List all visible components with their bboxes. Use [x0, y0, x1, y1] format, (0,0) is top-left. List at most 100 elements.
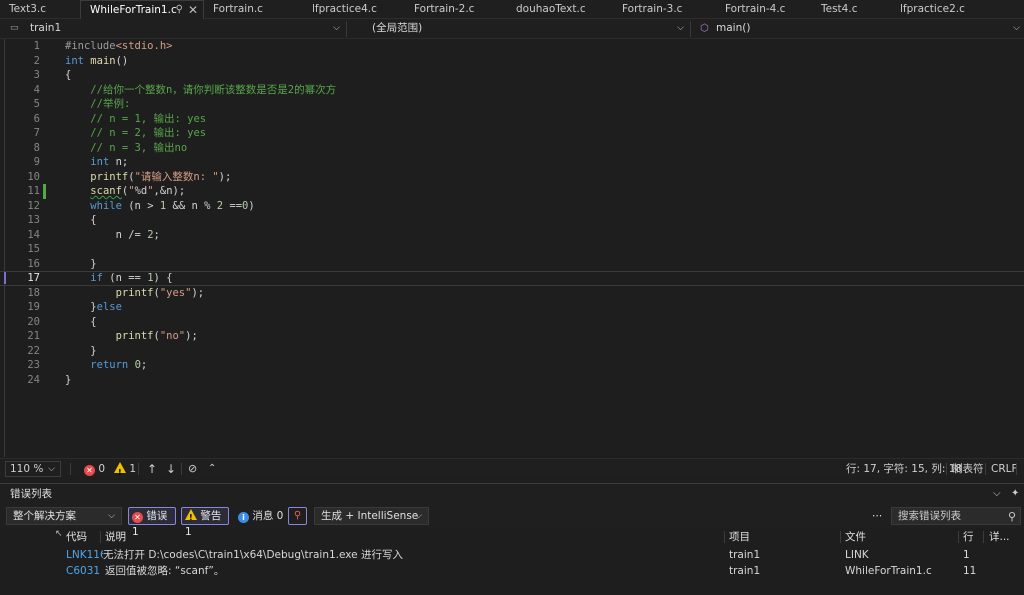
warning-count-indicator[interactable]: 1 [114, 459, 137, 483]
warning-count: 1 [129, 463, 137, 475]
divider[interactable] [724, 531, 725, 543]
pin-icon[interactable]: ⚲ [176, 1, 183, 19]
code-line[interactable]: 13 { [0, 213, 1024, 228]
tab-fortrain-2[interactable]: Fortrain-2.c [405, 0, 507, 19]
project-label: train1 [30, 22, 62, 34]
tab-fortrain-4[interactable]: Fortrain-4.c [716, 0, 812, 19]
code-line[interactable]: 1 #include<stdio.h> [0, 39, 1024, 54]
code-line[interactable]: 7 // n = 2, 输出: yes [0, 126, 1024, 141]
scope-filter-dropdown[interactable]: 整个解决方案 ⌵ [6, 507, 122, 525]
tab-whilefortrain1[interactable]: WhileForTrain1.c ⚲ ✕ [80, 0, 204, 19]
divider[interactable] [840, 531, 841, 543]
pin-icon[interactable]: ✦ [1011, 484, 1019, 504]
warning-project: train1 [729, 565, 761, 577]
code-line[interactable]: 3{ [0, 68, 1024, 83]
code-line[interactable]: 10 printf("请输入整数n: "); [0, 170, 1024, 185]
document-tab-strip: Text3.c WhileForTrain1.c ⚲ ✕ Fortrain.c … [0, 0, 1024, 19]
chevron-up-icon[interactable]: ⌃ [208, 459, 216, 479]
current-code-line[interactable]: 17 if (n == 1) { [0, 271, 1024, 286]
member-label: main() [716, 22, 751, 34]
code-text: //举例: [90, 98, 131, 110]
line-number: 17 [27, 272, 40, 284]
error-list-table: ↖ 代码 说明 项目 文件 行 详... ✕ LNK1168 无法打开 D:\c… [0, 528, 1024, 595]
line-number: 6 [33, 112, 40, 125]
column-header-detail[interactable]: 详... [989, 528, 1010, 546]
line-number: 2 [33, 54, 40, 67]
code-line[interactable]: 21 printf("no"); [0, 329, 1024, 344]
divider[interactable] [958, 531, 959, 543]
line-number: 15 [27, 243, 40, 255]
table-row[interactable]: ✕ LNK1168 无法打开 D:\codes\C\train1\x64\Deb… [0, 547, 1024, 563]
cursor-position[interactable]: 行: 17, 字符: 15, 列: 18 [846, 459, 962, 479]
code-line[interactable]: 2 int main() [0, 54, 1024, 69]
code-line[interactable]: 11 scanf("%d",&n); [0, 184, 1024, 199]
line-number: 12 [27, 199, 40, 212]
chevron-down-icon: ⌵ [677, 23, 684, 33]
code-line[interactable]: 19 }else [0, 300, 1024, 315]
code-editor[interactable]: 1 #include<stdio.h> 2 int main() 3{ 4 //给你… [0, 39, 1024, 457]
tab-test4[interactable]: Test4.c [812, 0, 891, 19]
sort-icon[interactable]: ↖ [55, 525, 63, 543]
arrow-down-icon[interactable]: ↓ [166, 459, 176, 479]
search-error-list-input[interactable]: 搜索错误列表 ⚲ [891, 507, 1021, 525]
arrow-up-icon[interactable]: ↑ [147, 459, 157, 479]
code-line[interactable]: 16 } [0, 257, 1024, 272]
code-line[interactable]: 20 { [0, 315, 1024, 330]
messages-filter-toggle[interactable]: i 消息 0 [238, 507, 283, 525]
tab-text3[interactable]: Text3.c [0, 0, 80, 19]
line-ending[interactable]: CRLF [991, 459, 1018, 479]
error-count-indicator[interactable]: ✕ 0 [84, 459, 105, 479]
scope-dropdown[interactable]: (全局范围) ⌵ [348, 20, 688, 38]
member-dropdown[interactable]: ⬡ main() ⌵ [692, 20, 1024, 38]
error-code[interactable]: LNK1168 [66, 547, 103, 563]
line-number: 13 [27, 214, 40, 226]
tab-lfpractice2[interactable]: lfpractice2.c [891, 0, 1024, 19]
info-icon: i [238, 512, 249, 523]
line-number: 21 [27, 330, 40, 342]
filter-icon[interactable]: ⚲ [288, 507, 307, 525]
code-line[interactable]: 18 printf("yes"); [0, 286, 1024, 301]
indent-mode[interactable]: 制表符 [952, 459, 984, 479]
tab-fortrain-3[interactable]: Fortrain-3.c [613, 0, 716, 19]
code-text: #include<stdio.h> [65, 40, 173, 52]
build-source-dropdown[interactable]: 生成 + IntelliSense ⌵ [314, 507, 429, 525]
column-header-line[interactable]: 行 [963, 528, 974, 546]
tab-fortrain[interactable]: Fortrain.c [204, 0, 303, 19]
code-line[interactable]: 22 } [0, 344, 1024, 359]
project-icon: ▭ [10, 23, 19, 33]
column-header-code[interactable]: 代码 [66, 528, 87, 546]
code-line[interactable]: 4 //给你一个整数n，请你判断该整数是否是2的幂次方 [0, 83, 1024, 98]
line-number: 23 [27, 359, 40, 371]
close-icon[interactable]: ✕ [188, 1, 198, 19]
code-text: } [65, 257, 97, 270]
divider[interactable] [983, 531, 984, 543]
tab-label: Text3.c [9, 3, 47, 15]
chevron-down-icon[interactable]: ⌵ [993, 484, 1001, 504]
cleanup-brush-icon[interactable]: ⊘ [188, 459, 197, 479]
error-icon: ✕ [84, 465, 95, 476]
errors-filter-toggle[interactable]: ✕ 错误 1 [128, 507, 176, 538]
zoom-dropdown[interactable]: 110 % ⌵ [5, 461, 61, 477]
warnings-filter-toggle[interactable]: 警告 1 [181, 507, 229, 538]
column-header-description[interactable]: 说明 [105, 528, 126, 546]
divider [690, 21, 691, 37]
tab-label: douhaoText.c [516, 3, 586, 15]
code-line[interactable]: 6 // n = 1, 输出: yes [0, 112, 1024, 127]
code-line[interactable]: 15 [0, 242, 1024, 257]
divider[interactable] [100, 531, 101, 543]
table-row[interactable]: C6031 返回值被忽略: “scanf”。 train1 WhileForTr… [0, 563, 1024, 579]
warning-code[interactable]: C6031 [66, 563, 103, 579]
tab-lfpractice4[interactable]: lfpractice4.c [303, 0, 405, 19]
code-line[interactable]: 14 n /= 2; [0, 228, 1024, 243]
column-header-project[interactable]: 项目 [729, 528, 750, 546]
tab-douhaotext[interactable]: douhaoText.c [507, 0, 613, 19]
more-options-button[interactable]: ⋯ [872, 507, 883, 525]
code-line[interactable]: 8 // n = 3, 输出no [0, 141, 1024, 156]
code-line[interactable]: 5 //举例: [0, 97, 1024, 112]
code-line[interactable]: 9 int n; [0, 155, 1024, 170]
code-line[interactable]: 23 return 0; [0, 358, 1024, 373]
column-header-file[interactable]: 文件 [845, 528, 866, 546]
code-line[interactable]: 24} [0, 373, 1024, 388]
code-line[interactable]: 12 while (n > 1 && n % 2 ==0) [0, 199, 1024, 214]
project-dropdown[interactable]: ▭ train1 ⌵ [0, 20, 344, 38]
